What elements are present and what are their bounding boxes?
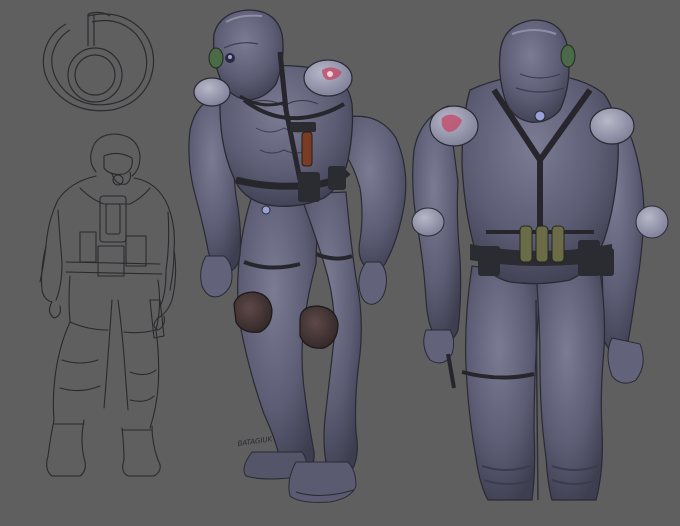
sketch-soldier-figure	[39, 133, 177, 477]
front-armored-figure: BATAGIUK	[188, 9, 407, 503]
concept-art-sheet: BATAGIUK	[0, 0, 680, 526]
concept-art-canvas: BATAGIUK	[39, 9, 669, 503]
artist-signature: BATAGIUK	[237, 435, 274, 448]
logo-emblem-icon	[42, 11, 155, 112]
back-armored-figure	[411, 19, 669, 501]
